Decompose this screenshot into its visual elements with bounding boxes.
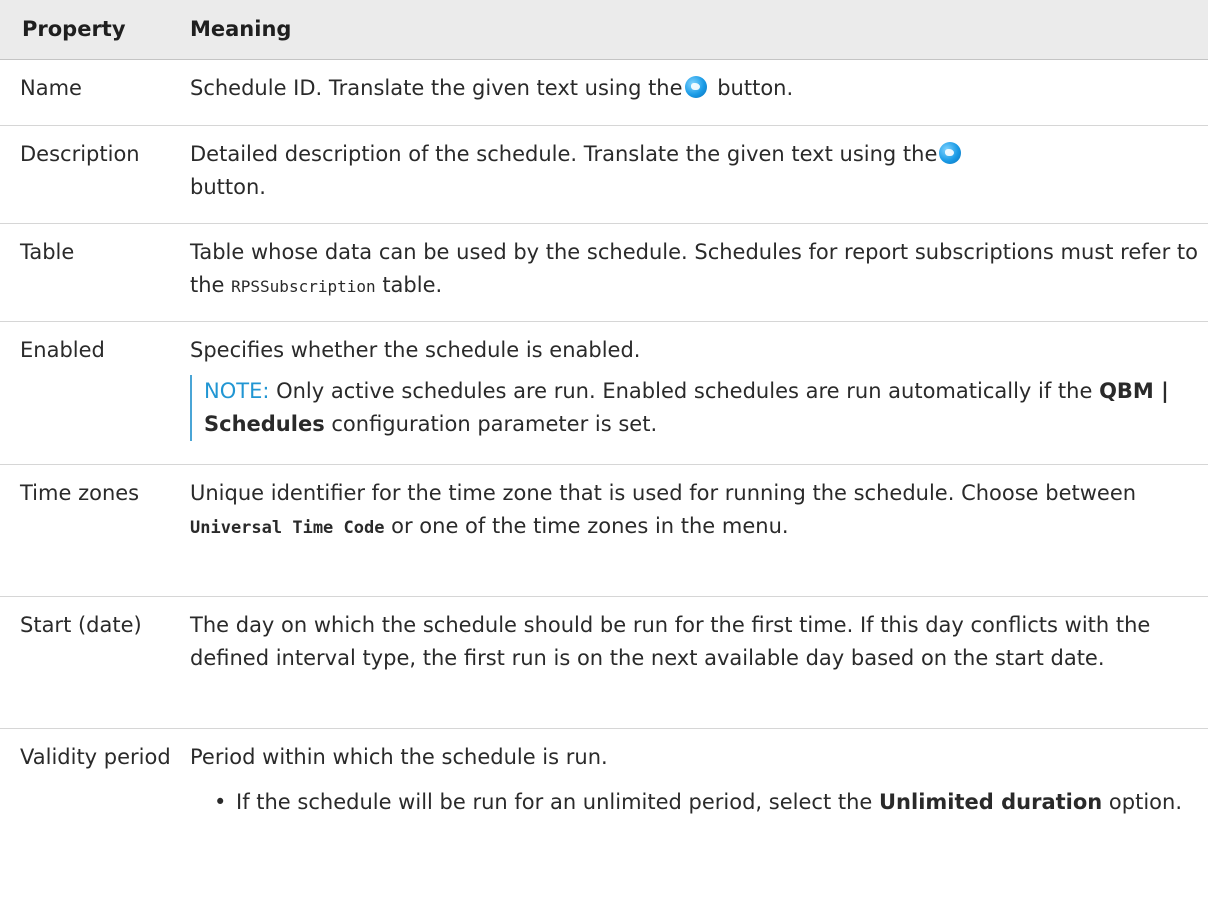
property-table: Table [20, 240, 75, 264]
meaning-table: Table whose data can be used by the sche… [190, 224, 1208, 321]
globe-icon [684, 76, 707, 98]
table-row: Description Detailed description of the … [0, 126, 1208, 224]
property-time-zones: Time zones [20, 481, 140, 505]
meaning-text-after: or one of the time zones in the menu. [384, 514, 789, 538]
globe-icon [939, 142, 962, 164]
note-label: NOTE: [204, 379, 270, 403]
meaning-description: Detailed description of the schedule. Tr… [190, 126, 1208, 223]
property-description: Description [20, 142, 140, 166]
table-row: Validity period Period within which the … [0, 729, 1208, 899]
meaning-text: Specifies whether the schedule is enable… [190, 338, 641, 362]
property-start-date: Start (date) [20, 613, 142, 637]
properties-table: Property Meaning Name Schedule ID. Trans… [0, 0, 1208, 899]
meaning-text: Detailed description of the schedule. Tr… [190, 142, 938, 166]
note-text: Only active schedules are run. Enabled s… [269, 379, 1100, 403]
meaning-validity-period: Period within which the schedule is run.… [190, 729, 1208, 899]
table-row: Start (date) The day on which the schedu… [0, 597, 1208, 729]
meaning-text-after: button. [710, 76, 794, 100]
table-row: Name Schedule ID. Translate the given te… [0, 60, 1208, 126]
meaning-start-date: The day on which the schedule should be … [190, 613, 1151, 670]
table-header-row: Property Meaning [0, 0, 1208, 60]
note-text-after: configuration parameter is set. [324, 412, 658, 436]
meaning-text: Unique identifier for the time zone that… [190, 481, 1137, 505]
meaning-text-after: button. [190, 175, 266, 199]
property-name: Name [20, 76, 82, 100]
code-rpssubscription: RPSSubscription [231, 277, 376, 296]
table-row: Time zones Unique identifier for the tim… [0, 465, 1208, 597]
list-item: If the schedule will be run for an unlim… [214, 786, 1200, 819]
property-enabled: Enabled [20, 338, 105, 362]
property-validity-period: Validity period [20, 745, 171, 769]
header-property: Property [22, 17, 126, 41]
meaning-name: Schedule ID. Translate the given text us… [190, 60, 1208, 125]
note-block: NOTE: Only active schedules are run. Ena… [190, 375, 1200, 441]
code-universal-time-code: Universal Time Code [190, 518, 385, 538]
header-meaning: Meaning [190, 17, 292, 41]
meaning-text: Schedule ID. Translate the given text us… [190, 76, 683, 100]
bullet-list: If the schedule will be run for an unlim… [190, 786, 1200, 819]
table-row: Enabled Specifies whether the schedule i… [0, 322, 1208, 465]
meaning-text-after: table. [375, 273, 443, 297]
meaning-enabled: Specifies whether the schedule is enable… [190, 322, 1208, 464]
table-row: Table Table whose data can be used by th… [0, 224, 1208, 322]
meaning-time-zones: Unique identifier for the time zone that… [190, 465, 1208, 596]
meaning-text: Period within which the schedule is run. [190, 745, 608, 769]
